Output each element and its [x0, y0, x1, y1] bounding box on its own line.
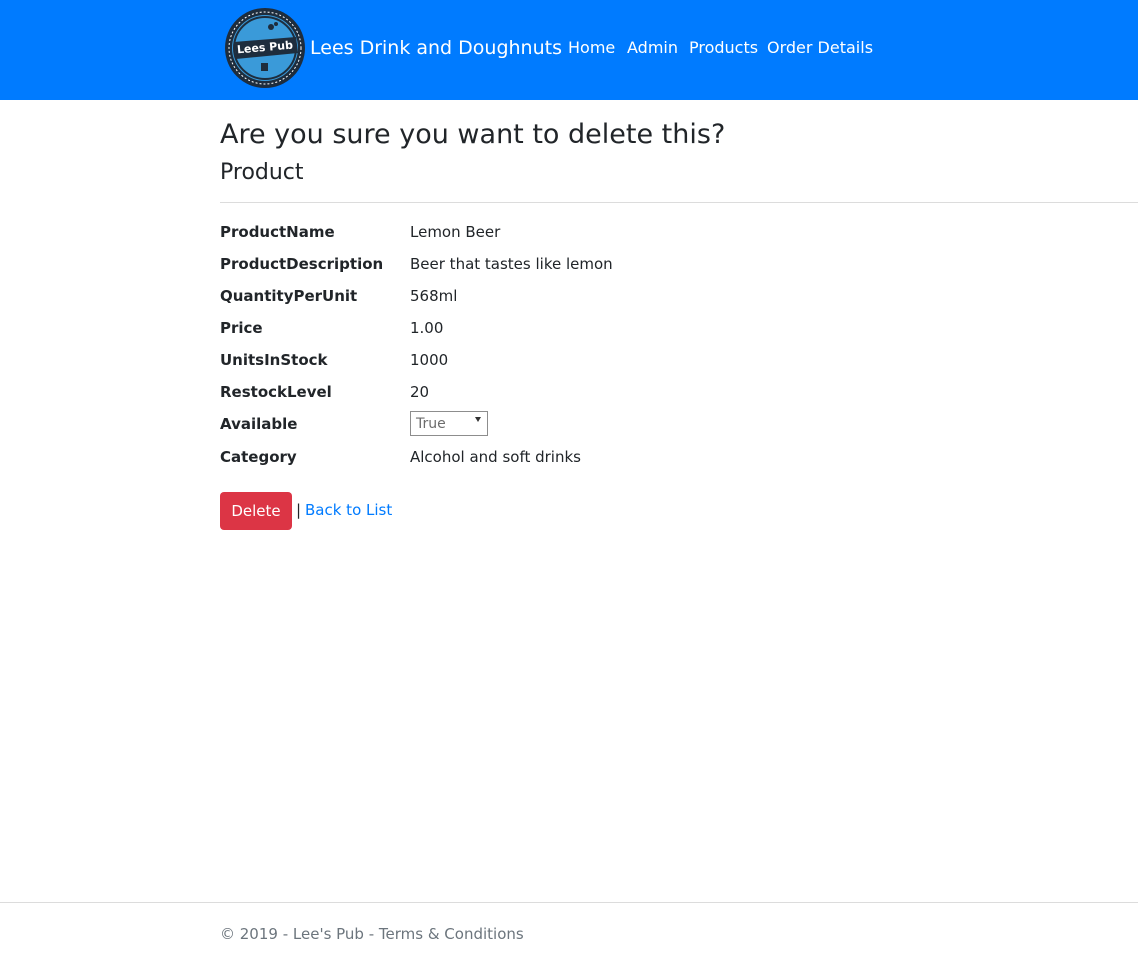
back-to-list-link[interactable]: Back to List: [305, 500, 392, 520]
nav-products[interactable]: Products: [689, 38, 758, 58]
value-restock-level: 20: [410, 383, 430, 401]
available-select[interactable]: True: [410, 411, 488, 436]
action-separator: |: [296, 501, 302, 519]
label-units-in-stock: UnitsInStock: [220, 351, 328, 369]
nav-order-details[interactable]: Order Details: [767, 38, 873, 58]
delete-button[interactable]: Delete: [220, 492, 292, 530]
footer-copyright: © 2019 - Lee's Pub - Terms & Conditions: [220, 925, 524, 943]
value-quantity-per-unit: 568ml: [410, 287, 458, 305]
value-price: 1.00: [410, 319, 444, 337]
divider: [220, 202, 1138, 203]
available-select-value: True: [416, 416, 446, 432]
label-restock-level: RestockLevel: [220, 383, 332, 401]
label-available: Available: [220, 415, 298, 433]
nav-home[interactable]: Home: [568, 38, 615, 58]
label-category: Category: [220, 448, 297, 466]
footer-divider: [0, 902, 1138, 903]
pub-logo[interactable]: Lees Pub: [224, 7, 306, 89]
label-quantity-per-unit: QuantityPerUnit: [220, 287, 358, 305]
brand-link[interactable]: Lees Drink and Doughnuts: [310, 36, 562, 60]
label-product-name: ProductName: [220, 223, 335, 241]
page-title: Are you sure you want to delete this?: [220, 119, 726, 150]
dropdown-arrow-icon: [475, 417, 481, 422]
value-product-name: Lemon Beer: [410, 223, 501, 241]
label-product-description: ProductDescription: [220, 255, 384, 273]
entity-subtitle: Product: [220, 160, 304, 185]
top-navbar: Lees Pub Lees Drink and Doughnuts Home A…: [0, 0, 1138, 100]
label-price: Price: [220, 319, 263, 337]
value-product-description: Beer that tastes like lemon: [410, 255, 613, 273]
value-units-in-stock: 1000: [410, 351, 449, 369]
value-category: Alcohol and soft drinks: [410, 448, 581, 466]
nav-admin[interactable]: Admin: [627, 38, 678, 58]
